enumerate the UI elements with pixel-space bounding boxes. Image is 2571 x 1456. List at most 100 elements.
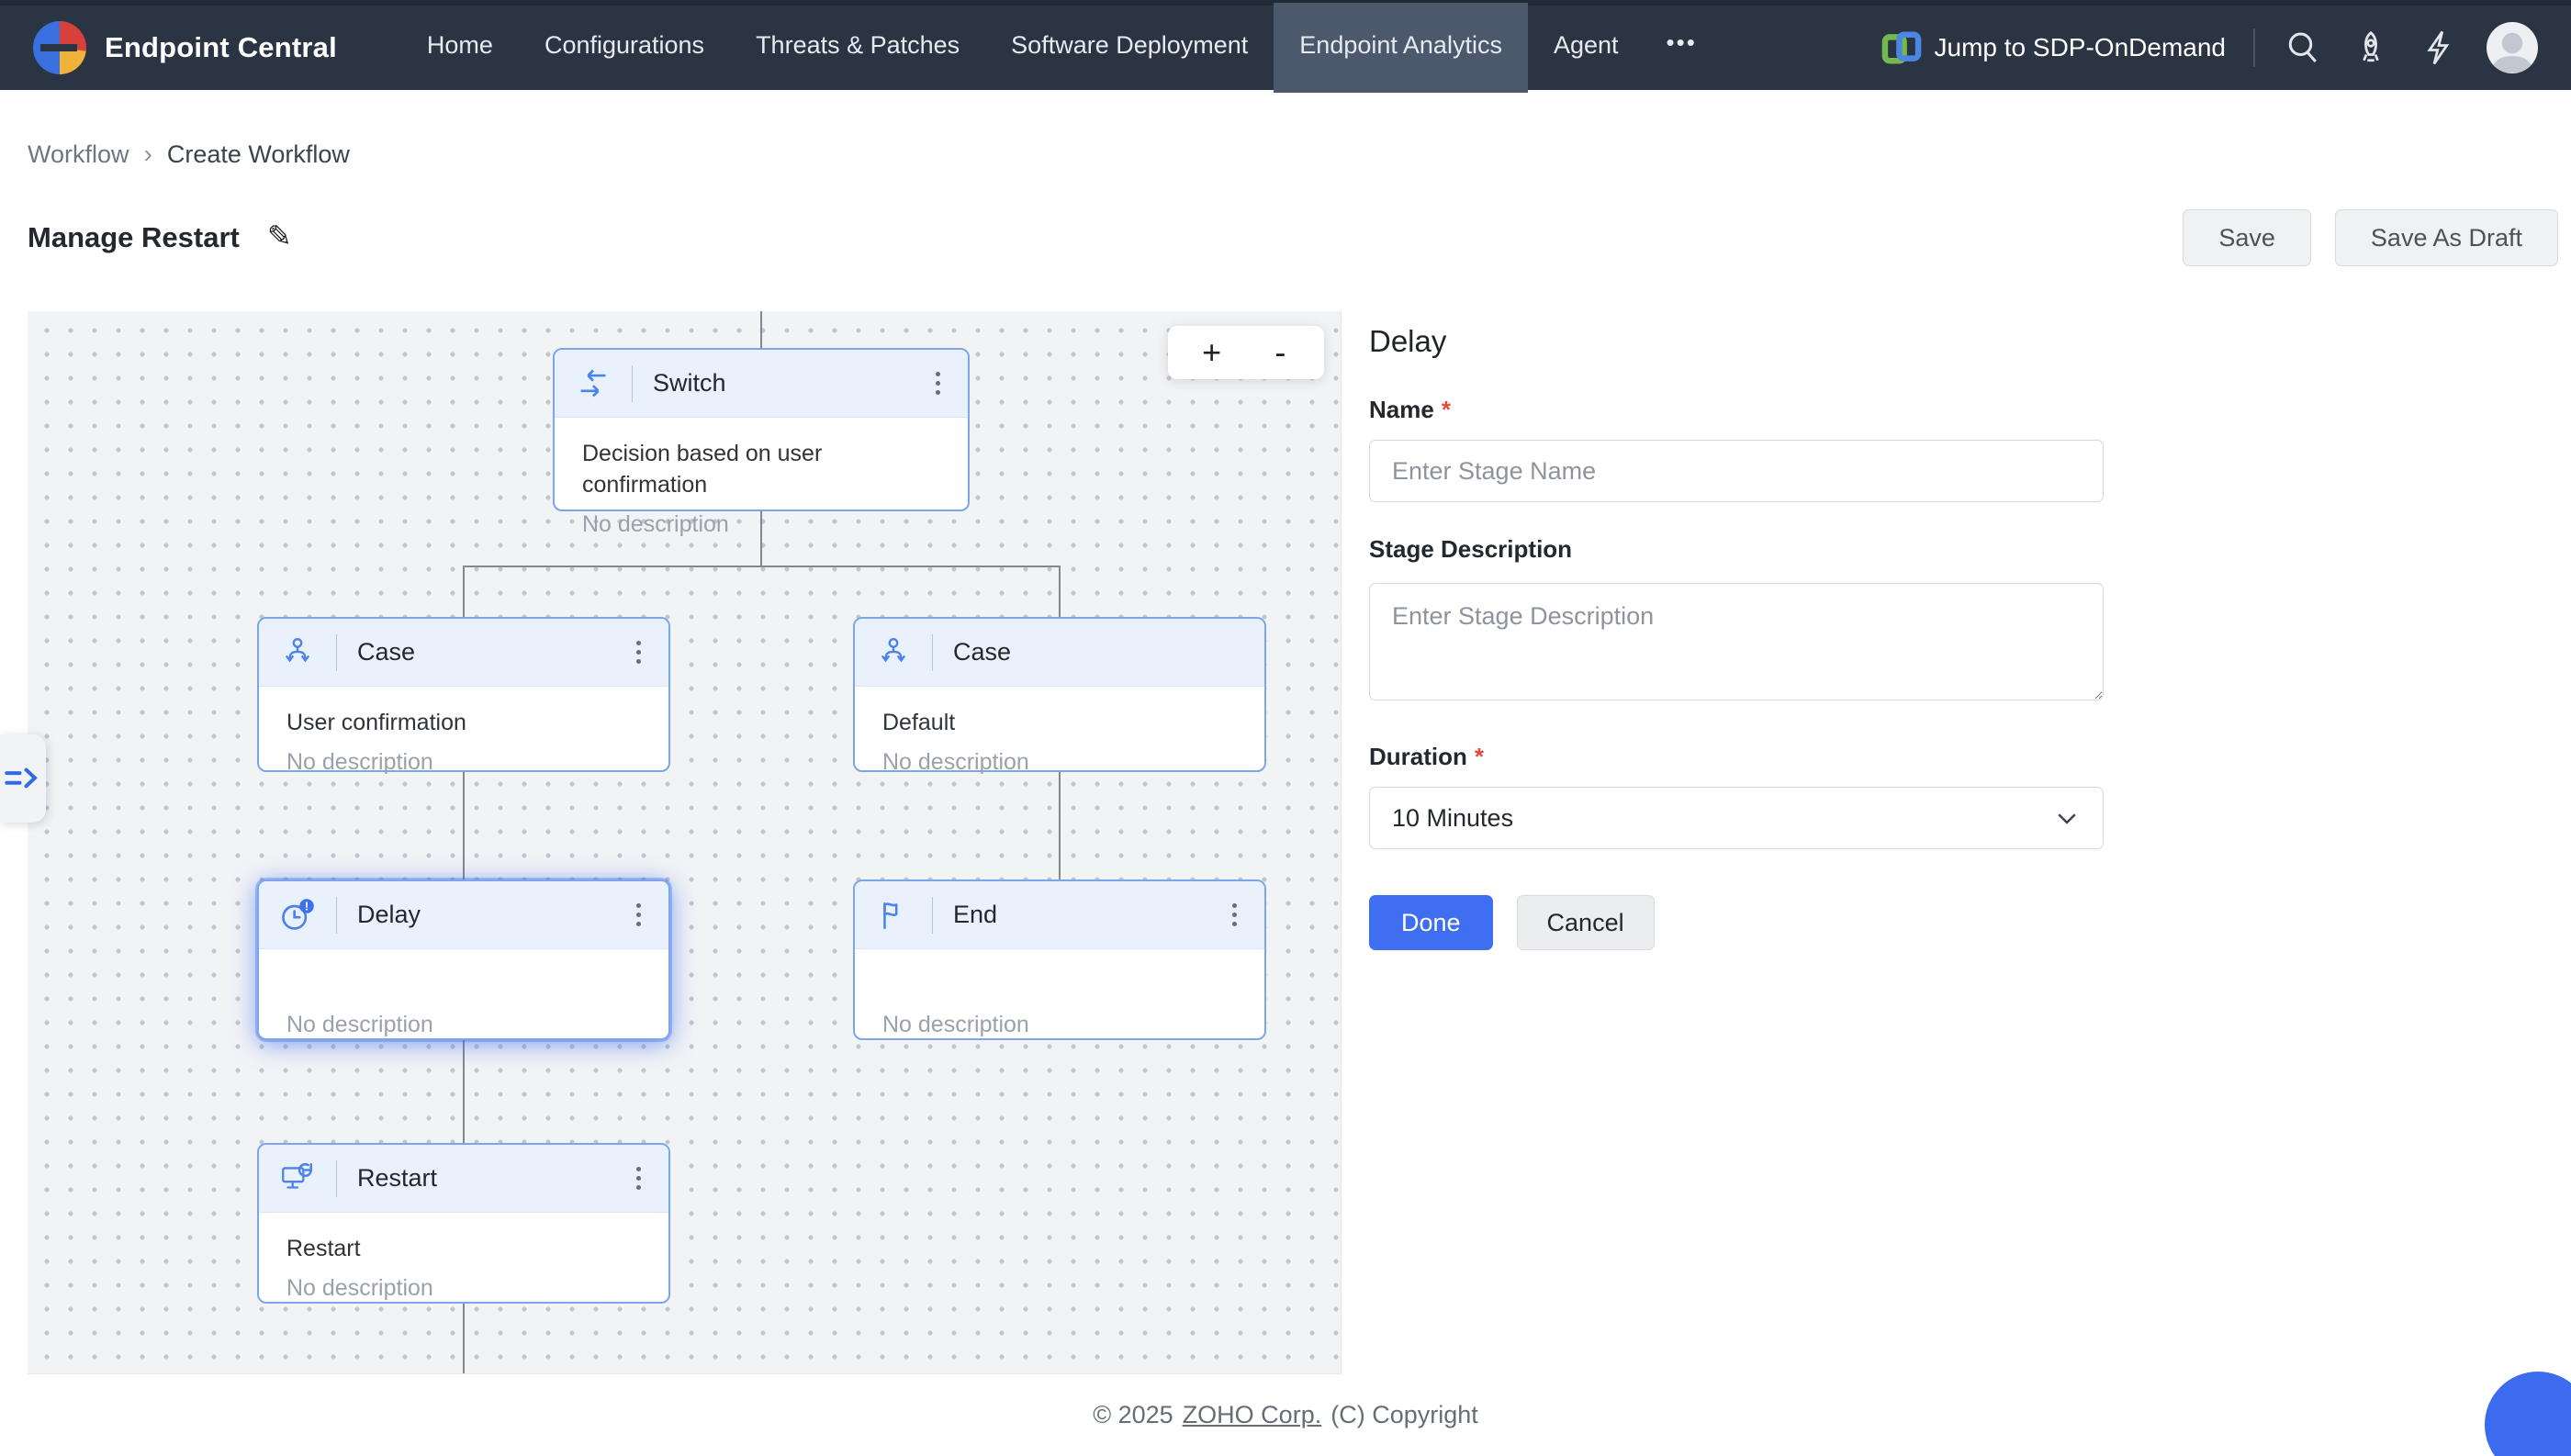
end-flag-icon	[875, 897, 912, 934]
node-case-default[interactable]: Case Default No description	[853, 617, 1266, 772]
node-restart[interactable]: Restart Restart No description	[257, 1143, 670, 1304]
zoom-in-button[interactable]: +	[1187, 336, 1237, 369]
sdp-icon	[1881, 28, 1922, 68]
node-header-divider	[336, 897, 337, 934]
node-end[interactable]: End No description	[853, 879, 1266, 1040]
switch-icon	[575, 365, 612, 402]
user-avatar[interactable]	[2487, 22, 2538, 73]
zoom-out-button[interactable]: -	[1255, 336, 1305, 369]
node-name: Decision based on user confirmation	[582, 438, 940, 500]
case-icon	[279, 634, 316, 671]
search-icon[interactable]	[2283, 28, 2323, 68]
copyright-suffix: (C) Copyright	[1330, 1401, 1478, 1429]
node-description: No description	[286, 1009, 641, 1040]
nav-item-agent[interactable]: Agent	[1528, 3, 1645, 93]
copyright-prefix: © 2025	[1093, 1401, 1173, 1429]
duration-label: Duration*	[1369, 743, 1484, 771]
breadcrumb-create-workflow: Create Workflow	[167, 140, 350, 169]
case-icon	[875, 634, 912, 671]
node-title: End	[953, 901, 997, 929]
node-case-user-confirmation[interactable]: Case User confirmation No description	[257, 617, 670, 772]
node-restart-body: Restart No description	[259, 1213, 668, 1313]
nav-item-configurations[interactable]: Configurations	[519, 3, 730, 93]
connector-case-delay	[463, 772, 465, 879]
node-delay[interactable]: ! Delay No description	[257, 879, 670, 1040]
node-menu-kebab-icon[interactable]	[629, 1159, 648, 1197]
svg-text:!: !	[305, 899, 309, 913]
node-name	[882, 969, 1237, 1001]
canvas-zoom-control: + -	[1168, 326, 1324, 379]
quick-actions-bolt-icon[interactable]	[2419, 28, 2459, 68]
node-menu-kebab-icon[interactable]	[629, 633, 648, 671]
node-title: Restart	[357, 1164, 437, 1193]
title-bar: Manage Restart ✎ Save Save As Draft	[28, 209, 2558, 266]
node-description: No description	[582, 509, 940, 540]
node-menu-kebab-icon[interactable]	[629, 896, 648, 934]
stage-description-label: Stage Description	[1369, 535, 1572, 564]
required-asterisk: *	[1442, 396, 1451, 423]
connector-branch-left	[463, 566, 465, 617]
save-as-draft-button[interactable]: Save As Draft	[2335, 209, 2558, 266]
node-case-body: Default No description	[855, 687, 1264, 787]
node-header-divider	[632, 365, 633, 402]
nav-item-home[interactable]: Home	[401, 3, 519, 93]
edit-title-pencil-icon[interactable]: ✎	[267, 218, 292, 253]
connector-top-switch	[760, 311, 762, 350]
nav-item-software-deployment[interactable]: Software Deployment	[985, 3, 1274, 93]
stage-description-textarea[interactable]	[1369, 583, 2104, 700]
done-button[interactable]: Done	[1369, 895, 1493, 950]
node-switch[interactable]: Switch Decision based on user confirmati…	[553, 348, 970, 511]
delay-clock-alert-icon: !	[279, 897, 316, 934]
endpoint-central-logo-icon	[33, 21, 86, 74]
workflow-editor-app: Endpoint Central Home Configurations Thr…	[0, 0, 2571, 1456]
duration-select[interactable]: 10 Minutes	[1369, 787, 2104, 849]
jump-to-sdp-label: Jump to SDP-OnDemand	[1935, 33, 2226, 62]
nav-more-button[interactable]: •••	[1645, 3, 1719, 93]
nav-item-threats-patches[interactable]: Threats & Patches	[730, 3, 985, 93]
node-title: Switch	[653, 369, 726, 398]
page-title: Manage Restart	[28, 221, 240, 254]
jump-to-sdp-link[interactable]: Jump to SDP-OnDemand	[1881, 28, 2226, 68]
node-name: User confirmation	[286, 707, 641, 738]
connector-restart-down	[463, 1304, 465, 1374]
whats-new-rocket-icon[interactable]	[2351, 28, 2391, 68]
breadcrumb: Workflow › Create Workflow	[28, 140, 350, 169]
expand-palette-tab[interactable]	[0, 734, 46, 823]
panel-title: Delay	[1369, 324, 1446, 359]
node-case-header: Case	[855, 619, 1264, 687]
node-description: No description	[286, 746, 641, 778]
node-name: Restart	[286, 1233, 641, 1264]
panel-actions: Done Cancel	[1369, 895, 1655, 950]
brand-name: Endpoint Central	[105, 31, 337, 64]
node-description: No description	[882, 746, 1237, 778]
stage-name-input[interactable]	[1369, 440, 2104, 502]
required-asterisk: *	[1475, 743, 1484, 770]
zoho-corp-link[interactable]: ZOHO Corp.	[1183, 1401, 1322, 1429]
node-delay-body: No description	[259, 949, 668, 1049]
node-title: Case	[953, 638, 1011, 666]
node-end-header: End	[855, 881, 1264, 949]
main-nav: Home Configurations Threats & Patches So…	[401, 3, 1719, 93]
brand[interactable]: Endpoint Central	[33, 21, 337, 74]
node-menu-kebab-icon[interactable]	[1225, 896, 1244, 934]
title-actions: Save Save As Draft	[2183, 209, 2558, 266]
node-menu-kebab-icon[interactable]	[928, 364, 948, 402]
node-case-header: Case	[259, 619, 668, 687]
node-name	[286, 969, 641, 1001]
node-switch-body: Decision based on user confirmation No d…	[555, 418, 968, 549]
expand-panel-icon	[5, 760, 41, 797]
save-button[interactable]: Save	[2183, 209, 2311, 266]
node-header-divider	[336, 1160, 337, 1197]
nav-item-endpoint-analytics[interactable]: Endpoint Analytics	[1274, 3, 1528, 93]
breadcrumb-workflow[interactable]: Workflow	[28, 140, 129, 169]
connector-branch-right	[1059, 566, 1061, 617]
workflow-canvas[interactable]: + - Switch Decision based on user confir…	[28, 311, 1342, 1374]
copyright-footer: © 2025 ZOHO Corp. (C) Copyright	[0, 1374, 2571, 1456]
node-restart-header: Restart	[259, 1145, 668, 1213]
stage-properties-panel: Delay Name* Stage Description Duration* …	[1342, 311, 2571, 1374]
chevron-down-icon	[2053, 804, 2081, 832]
connector-delay-restart	[463, 1040, 465, 1143]
connector-branch-horizontal	[463, 566, 1061, 567]
node-header-divider	[932, 897, 933, 934]
cancel-button[interactable]: Cancel	[1517, 895, 1655, 950]
